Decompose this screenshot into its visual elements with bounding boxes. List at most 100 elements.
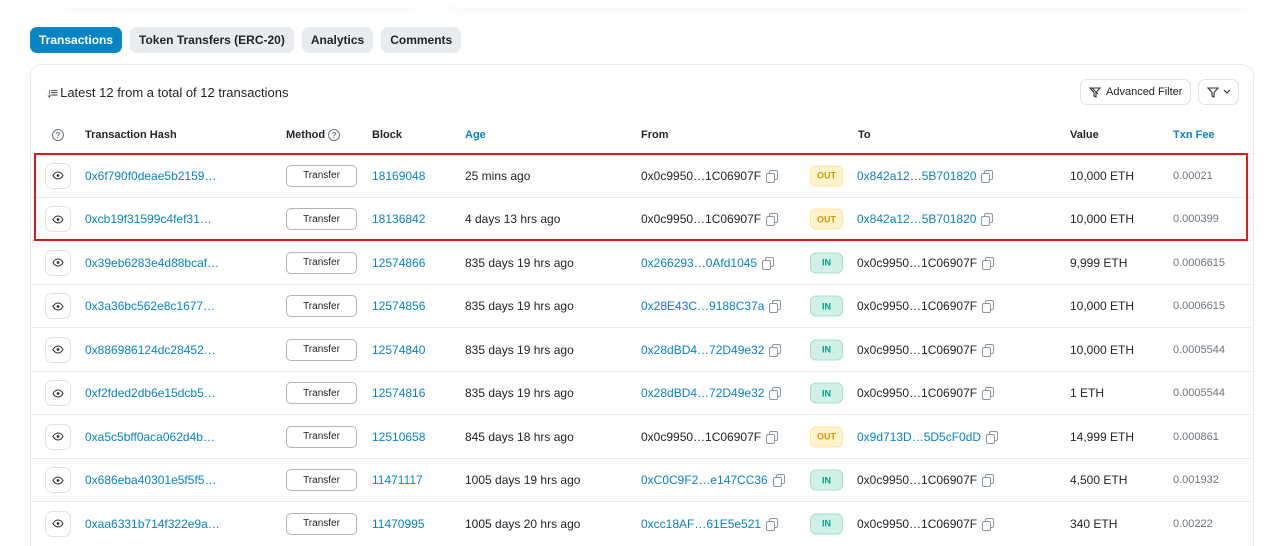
table-row: 0xcb19f31599c4fef31… Transfer 18136842 4… [31,196,1253,241]
tx-hash-link[interactable]: 0x6f790f0deae5b2159… [85,169,216,183]
direction-badge: IN [810,295,843,317]
copy-icon[interactable] [982,387,995,400]
tx-hash-link[interactable]: 0x886986124dc28452… [85,343,216,357]
to-address: 0x0c9950…1C06907F [857,255,978,270]
header-fee[interactable]: Txn Fee [1173,129,1215,141]
from-address[interactable]: 0x28dBD4…72D49e32 [641,386,764,400]
tx-hash-link[interactable]: 0x39eb6283e4d88bcaf… [85,256,219,270]
copy-icon[interactable] [982,256,995,270]
from-address[interactable]: 0x28E43C…9188C37a [641,299,764,313]
to-cell: 0x0c9950…1C06907F [857,299,995,313]
fee-text: 0.0006615 [1173,256,1225,269]
tab-comments[interactable]: Comments [381,27,462,53]
copy-icon[interactable] [766,430,779,444]
copy-icon[interactable] [769,343,782,357]
tx-hash-link[interactable]: 0xcb19f31599c4fef31… [85,212,212,226]
view-details-button[interactable] [45,467,71,493]
summary: ↓≡ Latest 12 from a total of 12 transact… [46,85,288,100]
copy-icon[interactable] [981,169,994,183]
view-details-button[interactable] [45,293,71,319]
copy-icon[interactable] [762,256,775,270]
method-badge: Transfer [286,382,357,404]
direction-badge: IN [810,339,843,360]
to-address[interactable]: 0x842a12…5B701820 [857,169,976,183]
advanced-filter-label: Advanced Filter [1106,86,1183,98]
block-link[interactable]: 12574866 [372,256,425,270]
view-details-button[interactable] [45,249,71,276]
view-details-button[interactable] [45,380,71,406]
filter-dropdown-button[interactable] [1198,79,1239,105]
fee-text: 0.001932 [1173,474,1219,486]
header-method-label: Method [286,129,326,141]
from-cell: 0x28dBD4…72D49e32 [641,386,782,400]
copy-icon[interactable] [986,430,999,444]
copy-icon[interactable] [982,300,995,313]
method-badge: Transfer [286,295,357,317]
copy-icon[interactable] [981,213,994,226]
age-text: 835 days 19 hrs ago [465,255,574,270]
from-address[interactable]: 0xC0C9F2…e147CC36 [641,473,768,487]
copy-icon[interactable] [766,169,779,183]
funnel-icon [1206,86,1219,98]
question-icon[interactable]: ? [328,129,341,141]
tx-hash-link[interactable]: 0xa5c5bff0aca062d4b… [85,430,215,444]
from-address[interactable]: 0x28dBD4…72D49e32 [641,343,764,357]
copy-icon[interactable] [982,343,995,357]
header-method: Method? [286,129,341,141]
to-address: 0x0c9950…1C06907F [857,473,978,487]
view-details-button[interactable] [45,423,71,450]
eye-icon [52,432,64,441]
to-address: 0x0c9950…1C06907F [857,299,978,313]
tx-hash-link[interactable]: 0x686eba40301e5f5f5… [85,473,216,487]
tab-token-transfers[interactable]: Token Transfers (ERC-20) [130,27,294,53]
copy-icon[interactable] [766,517,779,531]
to-cell: 0x0c9950…1C06907F [857,343,995,357]
block-link[interactable]: 11471117 [372,473,423,487]
copy-icon[interactable] [766,213,779,226]
tx-hash-link[interactable]: 0xf2fded2db6e15dcb5… [85,386,216,400]
from-address[interactable]: 0xcc18AF…61E5e521 [641,517,761,531]
view-details-button[interactable] [45,206,71,232]
copy-icon[interactable] [982,517,995,531]
header-from: From [641,129,669,141]
eye-icon [52,519,64,528]
tab-transactions[interactable]: Transactions [30,27,123,53]
view-details-button[interactable] [45,336,71,363]
from-cell: 0x0c9950…1C06907F [641,212,779,226]
direction-badge: IN [810,252,843,273]
to-address: 0x0c9950…1C06907F [857,516,978,531]
copy-icon[interactable] [772,474,785,487]
block-link[interactable]: 18136842 [372,212,425,226]
age-text: 835 days 19 hrs ago [465,299,574,313]
block-link[interactable]: 12574856 [372,299,425,313]
header-age[interactable]: Age [465,129,486,141]
view-details-button[interactable] [45,510,71,537]
from-address[interactable]: 0x266293…0Afd1045 [641,256,757,270]
from-cell: 0xC0C9F2…e147CC36 [641,473,785,487]
block-link[interactable]: 12574816 [372,386,425,400]
eye-icon [52,258,64,267]
tab-analytics[interactable]: Analytics [301,27,374,53]
to-address[interactable]: 0x9d713D…5D5cF0dD [857,430,981,444]
method-badge: Transfer [286,208,357,230]
header-info[interactable]: ? [52,129,64,141]
from-cell: 0x0c9950…1C06907F [641,430,779,444]
eye-icon [52,214,64,224]
block-link[interactable]: 18169048 [372,169,425,183]
tx-hash-link[interactable]: 0xaa6331b714f322e9a… [85,517,220,531]
block-link[interactable]: 11470995 [372,517,425,531]
copy-icon[interactable] [769,300,782,313]
view-details-button[interactable] [45,162,71,189]
to-address[interactable]: 0x842a12…5B701820 [857,212,976,226]
top-card-edge-right [450,0,1250,8]
method-badge: Transfer [286,251,357,274]
value-text: 9,999 ETH [1070,255,1128,270]
copy-icon[interactable] [982,474,995,487]
table-row: 0xf2fded2db6e15dcb5… Transfer 12574816 8… [31,370,1253,415]
tx-hash-link[interactable]: 0x3a36bc562e8c1677… [85,299,215,313]
advanced-filter-button[interactable]: Advanced Filter [1080,79,1192,105]
block-link[interactable]: 12510658 [372,430,425,444]
copy-icon[interactable] [769,387,782,400]
header-value: Value [1070,129,1099,141]
block-link[interactable]: 12574840 [372,343,425,357]
